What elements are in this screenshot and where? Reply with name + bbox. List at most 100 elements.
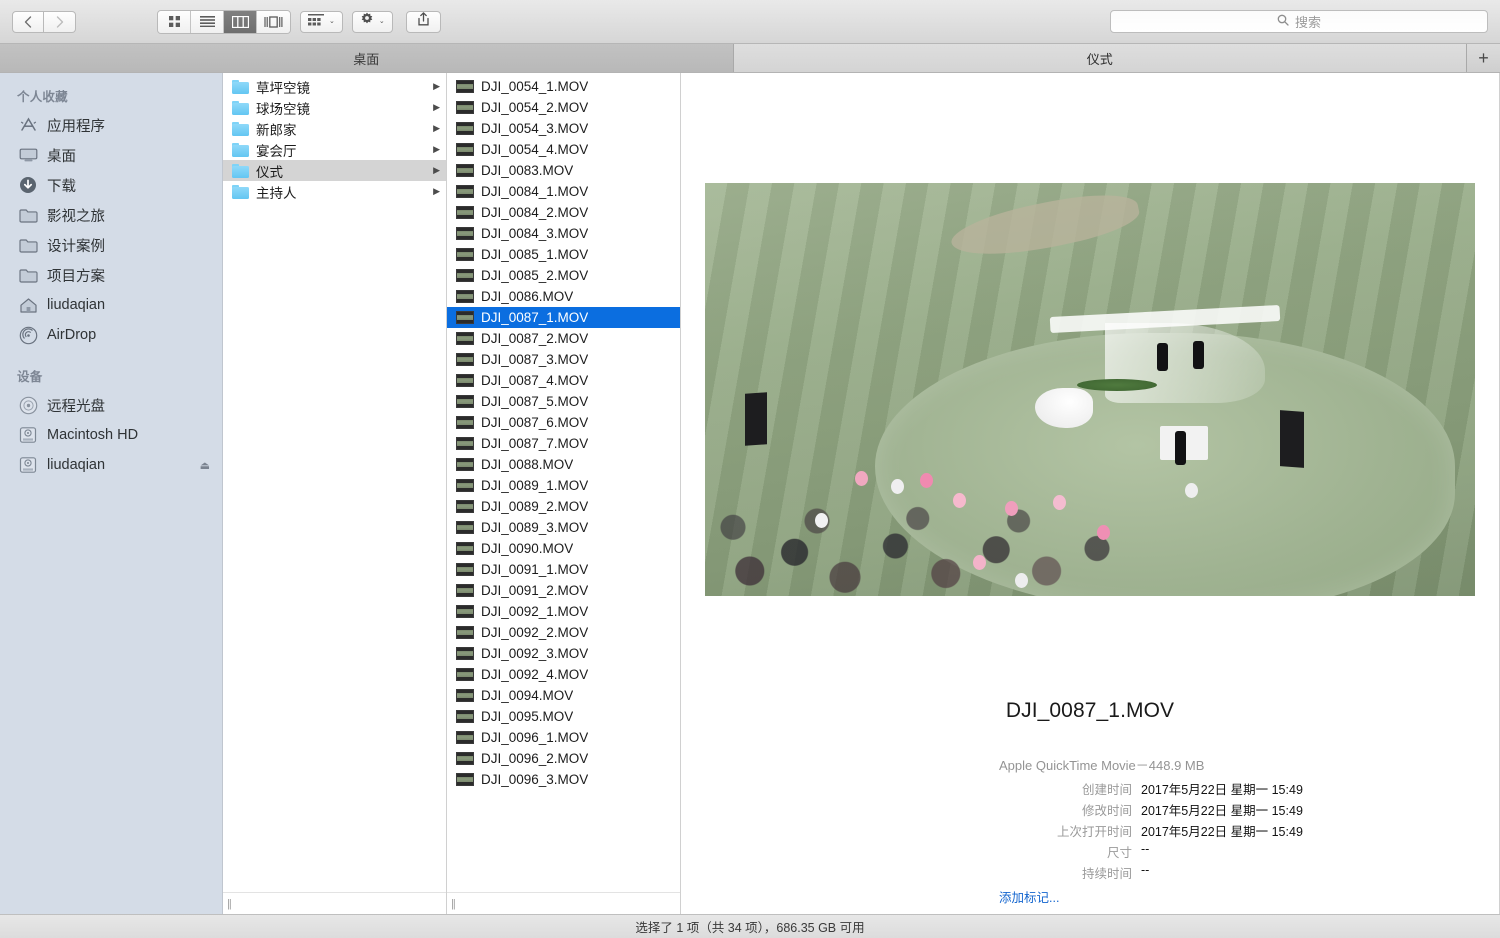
file-row[interactable]: DJI_0092_1.MOV: [447, 601, 680, 622]
file-row[interactable]: DJI_0094.MOV: [447, 685, 680, 706]
sidebar-item-label: liudaqian: [47, 297, 106, 313]
file-row[interactable]: DJI_0092_4.MOV: [447, 664, 680, 685]
sidebar-item-applications[interactable]: 应用程序: [0, 110, 222, 140]
file-row[interactable]: DJI_0088.MOV: [447, 454, 680, 475]
column-view-icon[interactable]: [224, 10, 257, 33]
file-row[interactable]: DJI_0083.MOV: [447, 160, 680, 181]
file-row[interactable]: DJI_0090.MOV: [447, 538, 680, 559]
file-row[interactable]: DJI_0087_3.MOV: [447, 349, 680, 370]
chevron-right-icon[interactable]: ▶: [433, 165, 440, 176]
add-tags-link[interactable]: 添加标记...: [999, 887, 1499, 906]
new-tab-button[interactable]: +: [1467, 44, 1500, 72]
balloon: [891, 479, 904, 494]
file-row[interactable]: DJI_0089_3.MOV: [447, 517, 680, 538]
gallery-view-icon[interactable]: [257, 10, 290, 33]
file-row[interactable]: DJI_0089_2.MOV: [447, 496, 680, 517]
sidebar-item-design-cases[interactable]: 设计案例: [0, 230, 222, 260]
video-thumbnail-icon: [456, 647, 474, 660]
video-thumbnail-icon: [456, 332, 474, 345]
arrange-button[interactable]: ⌄: [300, 10, 343, 33]
video-thumbnail-icon: [456, 101, 474, 114]
search-input[interactable]: 搜索: [1110, 10, 1488, 33]
file-row[interactable]: DJI_0085_2.MOV: [447, 265, 680, 286]
preview-field-rows: 创建时间 2017年5月22日 星期一 15:49 修改时间 2017年5月22日 星…: [999, 779, 1499, 882]
list-view-icon[interactable]: [191, 10, 224, 33]
sidebar-item-airdrop[interactable]: AirDrop: [0, 320, 222, 350]
sidebar-item-desktop[interactable]: 桌面: [0, 140, 222, 170]
tab-bar: 桌面 仪式 +: [0, 44, 1500, 73]
status-bar: 选择了 1 项（共 34 项），686.35 GB 可用: [0, 914, 1500, 938]
guest-crowd: [705, 471, 1265, 596]
gear-icon: [360, 12, 374, 31]
file-row[interactable]: DJI_0084_3.MOV: [447, 223, 680, 244]
sidebar-item-home[interactable]: liudaqian: [0, 290, 222, 320]
window-body: 个人收藏 应用程序 桌面 下载 影视之旅 设计案例 项目方案 liudaqian…: [0, 73, 1500, 914]
file-row[interactable]: DJI_0084_1.MOV: [447, 181, 680, 202]
file-row-label: DJI_0054_3.MOV: [481, 121, 589, 136]
file-row[interactable]: DJI_0087_2.MOV: [447, 328, 680, 349]
tab-desktop[interactable]: 桌面: [0, 44, 734, 72]
sidebar-item-macintosh-hd[interactable]: Macintosh HD: [0, 420, 222, 450]
folder-row[interactable]: 主持人 ▶: [223, 181, 446, 202]
eject-icon[interactable]: ⏏: [200, 459, 210, 472]
file-row[interactable]: DJI_0084_2.MOV: [447, 202, 680, 223]
folder-row[interactable]: 草坪空镜 ▶: [223, 76, 446, 97]
file-row[interactable]: DJI_0091_1.MOV: [447, 559, 680, 580]
file-row-label: DJI_0096_3.MOV: [481, 772, 589, 787]
sidebar-item-label: 设计案例: [47, 238, 105, 255]
chevron-down-icon: ⌄: [378, 18, 385, 25]
file-row[interactable]: DJI_0092_3.MOV: [447, 643, 680, 664]
file-row[interactable]: DJI_0091_2.MOV: [447, 580, 680, 601]
file-row[interactable]: DJI_0096_1.MOV: [447, 727, 680, 748]
file-row[interactable]: DJI_0085_1.MOV: [447, 244, 680, 265]
file-row[interactable]: DJI_0096_3.MOV: [447, 769, 680, 790]
forward-button[interactable]: [44, 10, 76, 33]
chevron-right-icon[interactable]: ▶: [433, 144, 440, 155]
chevron-right-icon[interactable]: ▶: [433, 123, 440, 134]
file-row[interactable]: DJI_0087_5.MOV: [447, 391, 680, 412]
share-button[interactable]: [405, 10, 441, 33]
icon-view-icon[interactable]: [158, 10, 191, 33]
column-folders: 草坪空镜 ▶ 球场空镜 ▶ 新郎家 ▶ 宴会厅 ▶ 仪式 ▶ 主持人 ▶ ||: [223, 73, 447, 914]
column-resize-handle[interactable]: ||: [223, 892, 446, 914]
chevron-right-icon[interactable]: ▶: [433, 102, 440, 113]
file-row[interactable]: DJI_0054_4.MOV: [447, 139, 680, 160]
file-row[interactable]: DJI_0095.MOV: [447, 706, 680, 727]
chevron-right-icon[interactable]: ▶: [433, 186, 440, 197]
back-button[interactable]: [12, 10, 44, 33]
file-row[interactable]: DJI_0087_1.MOV: [447, 307, 680, 328]
folder-row[interactable]: 仪式 ▶: [223, 160, 446, 181]
video-thumbnail-icon: [456, 626, 474, 639]
video-thumbnail-icon: [456, 248, 474, 261]
file-row[interactable]: DJI_0096_2.MOV: [447, 748, 680, 769]
chevron-right-icon[interactable]: ▶: [433, 81, 440, 92]
folder-icon: [232, 79, 249, 94]
sidebar-item-project-plans[interactable]: 项目方案: [0, 260, 222, 290]
preview-field-value: 2017年5月22日 星期一 15:49: [1141, 783, 1303, 797]
tab-ceremony[interactable]: 仪式: [733, 44, 1467, 72]
file-row[interactable]: DJI_0092_2.MOV: [447, 622, 680, 643]
sidebar-item-film-trip[interactable]: 影视之旅: [0, 200, 222, 230]
sidebar-item-liudaqian-disk[interactable]: liudaqian ⏏: [0, 450, 222, 480]
balloon: [815, 513, 828, 528]
file-row[interactable]: DJI_0089_1.MOV: [447, 475, 680, 496]
file-row[interactable]: DJI_0086.MOV: [447, 286, 680, 307]
column-resize-handle[interactable]: ||: [447, 892, 680, 914]
video-thumbnail-icon: [456, 395, 474, 408]
file-row-label: DJI_0087_6.MOV: [481, 415, 589, 430]
file-row[interactable]: DJI_0087_6.MOV: [447, 412, 680, 433]
file-row[interactable]: DJI_0054_3.MOV: [447, 118, 680, 139]
sidebar-item-downloads[interactable]: 下载: [0, 170, 222, 200]
file-row[interactable]: DJI_0087_4.MOV: [447, 370, 680, 391]
file-row-label: DJI_0092_2.MOV: [481, 625, 589, 640]
video-thumbnail-icon: [456, 500, 474, 513]
file-row[interactable]: DJI_0054_2.MOV: [447, 97, 680, 118]
file-row[interactable]: DJI_0087_7.MOV: [447, 433, 680, 454]
sidebar-item-remote-disc[interactable]: 远程光盘: [0, 390, 222, 420]
folder-row[interactable]: 宴会厅 ▶: [223, 139, 446, 160]
folder-row[interactable]: 球场空镜 ▶: [223, 97, 446, 118]
file-row[interactable]: DJI_0054_1.MOV: [447, 76, 680, 97]
folder-row[interactable]: 新郎家 ▶: [223, 118, 446, 139]
view-mode-group: [157, 9, 291, 34]
action-button[interactable]: ⌄: [351, 10, 393, 33]
